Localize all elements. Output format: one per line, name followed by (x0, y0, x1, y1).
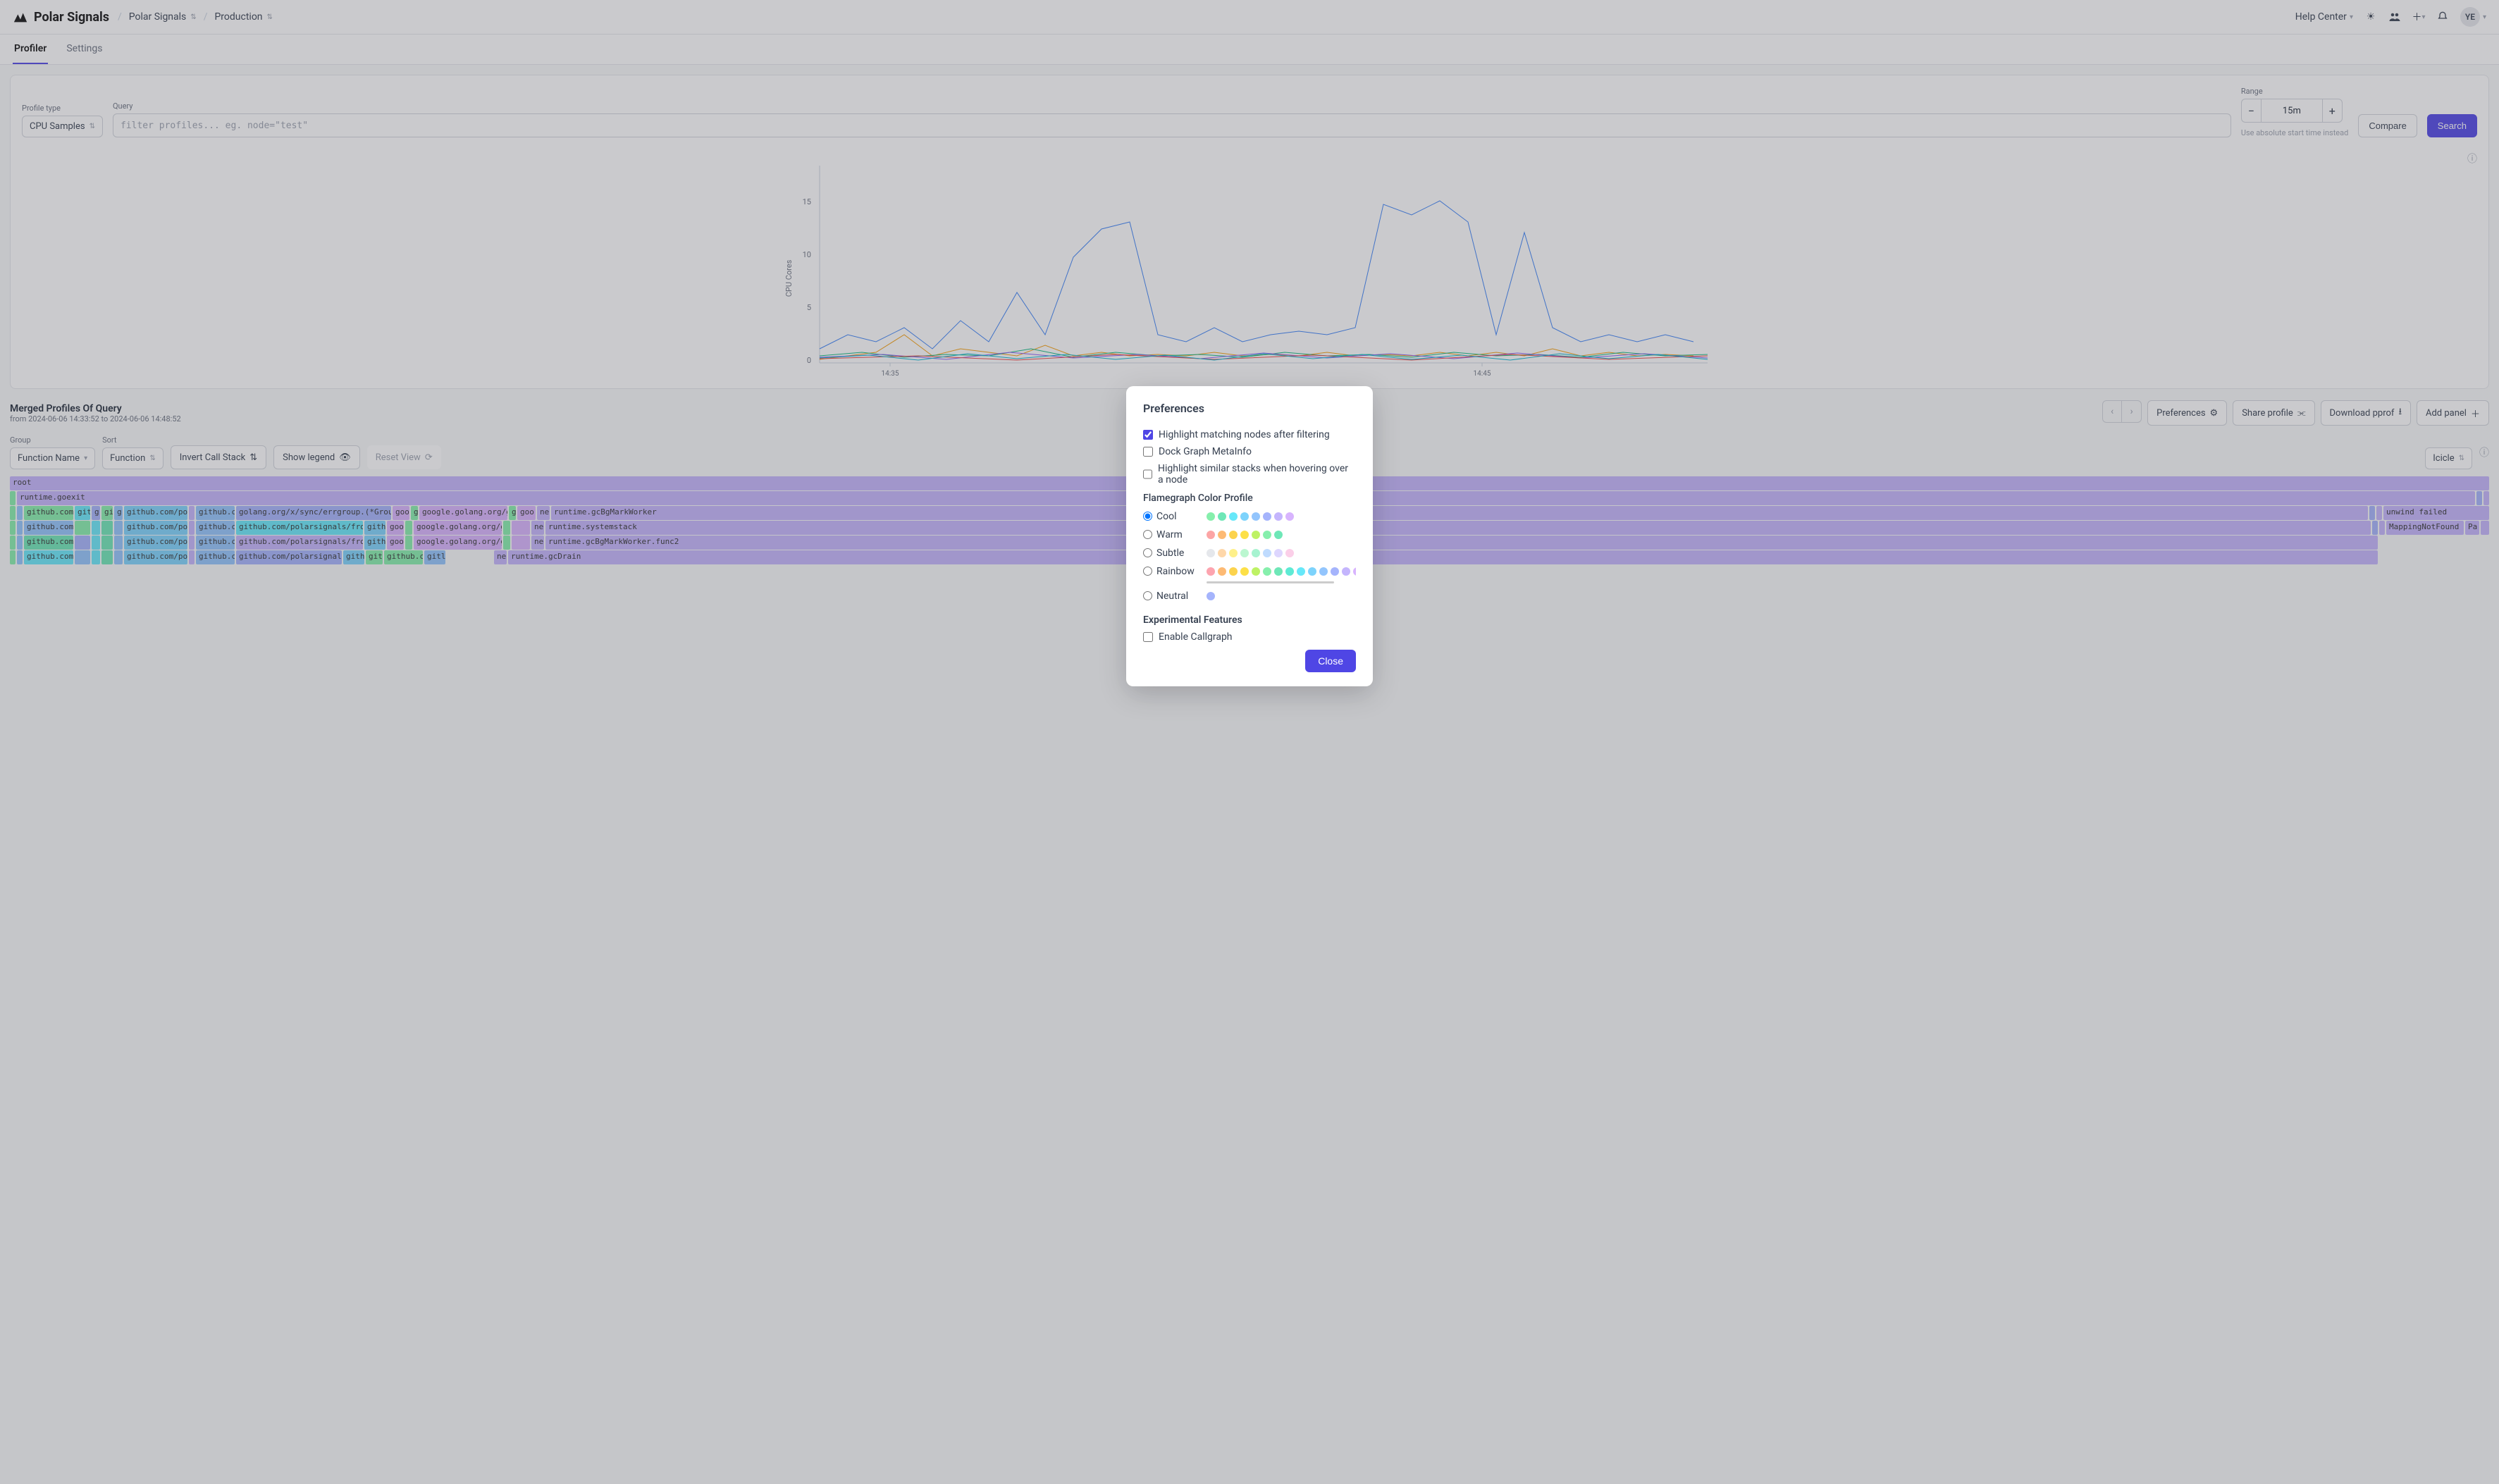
modal-overlay[interactable] (0, 0, 2499, 1484)
color-swatch (1252, 512, 1260, 521)
color-swatch (1308, 567, 1316, 576)
color-option-warm[interactable]: Warm (1143, 529, 1356, 540)
color-swatch (1319, 567, 1328, 576)
color-swatch (1353, 567, 1356, 576)
checkbox-enable-callgraph[interactable] (1143, 632, 1153, 642)
color-swatch (1297, 567, 1305, 576)
color-swatch (1252, 549, 1260, 557)
color-swatch (1274, 531, 1283, 539)
radio-subtle[interactable] (1143, 548, 1152, 557)
color-swatch (1229, 567, 1238, 576)
color-swatch (1207, 549, 1215, 557)
opt-dock-metainfo[interactable]: Dock Graph MetaInfo (1143, 446, 1356, 457)
color-swatch (1229, 549, 1238, 557)
swatches-cool (1207, 512, 1356, 521)
opt-highlight-matching[interactable]: Highlight matching nodes after filtering (1143, 429, 1356, 440)
color-swatch (1218, 512, 1226, 521)
color-swatch (1252, 531, 1260, 539)
swatches-subtle (1207, 549, 1356, 557)
checkbox-highlight-similar[interactable] (1143, 469, 1152, 479)
color-swatch (1274, 567, 1283, 576)
color-swatch (1218, 567, 1226, 576)
checkbox-highlight-matching[interactable] (1143, 430, 1153, 440)
color-option-rainbow[interactable]: Rainbow (1143, 566, 1356, 583)
color-swatch (1263, 549, 1271, 557)
swatches-neutral (1207, 592, 1356, 600)
color-swatch (1240, 567, 1249, 576)
color-swatch (1218, 549, 1226, 557)
color-swatch (1274, 549, 1283, 557)
color-swatch (1207, 592, 1215, 600)
checkbox-dock-metainfo[interactable] (1143, 447, 1153, 457)
radio-rainbow[interactable] (1143, 567, 1152, 576)
opt-highlight-similar[interactable]: Highlight similar stacks when hovering o… (1143, 463, 1356, 486)
color-swatch (1218, 531, 1226, 539)
color-swatch (1229, 512, 1238, 521)
color-swatch (1240, 512, 1249, 521)
opt-enable-callgraph[interactable]: Enable Callgraph (1143, 631, 1356, 643)
swatches-warm (1207, 531, 1356, 539)
rainbow-scrollbar[interactable] (1207, 581, 1334, 583)
color-option-subtle[interactable]: Subtle (1143, 548, 1356, 559)
color-swatch (1207, 567, 1215, 576)
radio-warm[interactable] (1143, 530, 1152, 539)
color-swatch (1263, 512, 1271, 521)
color-swatch (1229, 531, 1238, 539)
radio-neutral[interactable] (1143, 591, 1152, 600)
swatches-rainbow (1207, 567, 1356, 576)
color-swatch (1207, 512, 1215, 521)
modal-title: Preferences (1143, 402, 1356, 415)
experimental-title: Experimental Features (1143, 614, 1356, 626)
color-swatch (1240, 531, 1249, 539)
color-swatch (1240, 549, 1249, 557)
color-swatch (1331, 567, 1339, 576)
color-swatch (1274, 512, 1283, 521)
close-button[interactable]: Close (1305, 650, 1356, 672)
color-swatch (1342, 567, 1350, 576)
color-swatch (1263, 531, 1271, 539)
color-option-neutral[interactable]: Neutral (1143, 590, 1356, 602)
color-swatch (1207, 531, 1215, 539)
preferences-modal: Preferences Highlight matching nodes aft… (1126, 386, 1373, 686)
color-profile-title: Flamegraph Color Profile (1143, 493, 1356, 504)
color-option-cool[interactable]: Cool (1143, 511, 1356, 522)
radio-cool[interactable] (1143, 512, 1152, 521)
color-swatch (1285, 512, 1294, 521)
color-swatch (1252, 567, 1260, 576)
color-swatch (1285, 567, 1294, 576)
color-swatch (1285, 549, 1294, 557)
color-swatch (1263, 567, 1271, 576)
